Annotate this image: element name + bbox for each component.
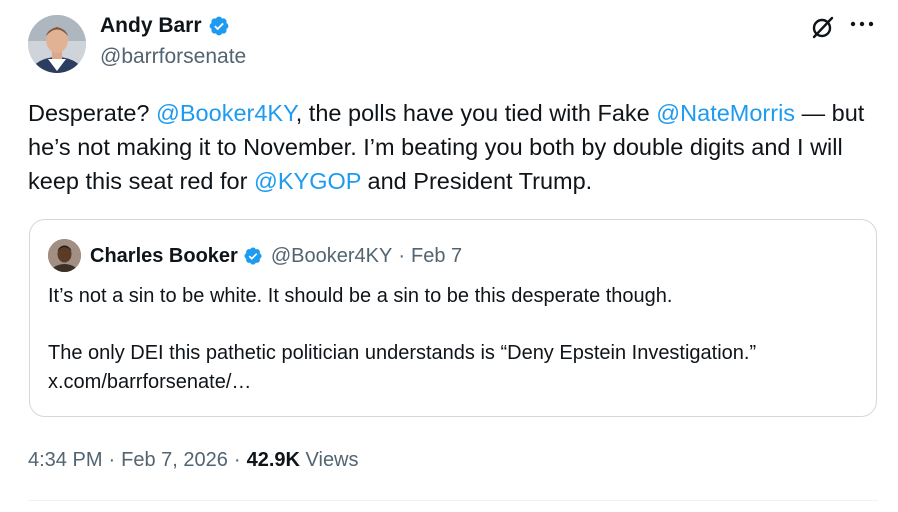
mention-link[interactable]: @NateMorris <box>656 100 795 126</box>
quoted-author-name[interactable]: Charles Booker <box>90 243 238 269</box>
author-handle[interactable]: @barrforsenate <box>100 44 246 70</box>
grok-icon[interactable] <box>811 14 835 40</box>
quoted-text-line-1: It’s not a sin to be white. It should be… <box>48 285 673 307</box>
separator-dot: · <box>398 245 405 267</box>
quoted-author-handle[interactable]: @Booker4KY <box>271 243 392 269</box>
views-count: 42.9K <box>246 449 300 471</box>
author-avatar[interactable] <box>28 15 86 73</box>
verified-badge-icon <box>244 247 262 265</box>
tweet-text-segment: and President Trump. <box>361 168 593 194</box>
quoted-tweet[interactable]: Charles Booker @Booker4KY · Feb 7 It’s n… <box>29 219 877 417</box>
mention-link[interactable]: @Booker4KY <box>156 100 296 126</box>
tweet-date[interactable]: Feb 7, 2026 <box>121 449 228 471</box>
author-name[interactable]: Andy Barr <box>100 13 230 39</box>
mention-link[interactable]: @KYGOP <box>254 168 361 194</box>
quoted-text: It’s not a sin to be white. It should be… <box>48 282 858 396</box>
verified-badge-icon <box>209 16 228 36</box>
tweet-time[interactable]: 4:34 PM <box>28 449 102 471</box>
tweet-text: Desperate? @Booker4KY, the polls have yo… <box>28 96 878 198</box>
views-label: Views <box>305 449 359 471</box>
tweet-text-segment: , the polls have you tied with Fake <box>295 100 657 126</box>
tweet-meta: 4:34 PM · Feb 7, 2026 · 42.9K Views <box>28 447 359 473</box>
quoted-date[interactable]: Feb 7 <box>411 243 462 269</box>
tweet-text-segment: Desperate? <box>28 100 157 126</box>
quoted-header: Charles Booker @Booker4KY · Feb 7 <box>90 243 462 269</box>
tweet: Andy Barr @barrforsenate Desperate? @Boo… <box>0 0 898 512</box>
quoted-author-avatar[interactable] <box>48 239 81 272</box>
divider <box>28 500 878 501</box>
more-dots-icon[interactable] <box>848 14 876 40</box>
quoted-text-line-2: The only DEI this pathetic politician un… <box>48 342 757 393</box>
author-name-text[interactable]: Andy Barr <box>100 13 202 39</box>
separator-dot: · <box>108 449 116 471</box>
separator-dot: · <box>233 449 241 471</box>
